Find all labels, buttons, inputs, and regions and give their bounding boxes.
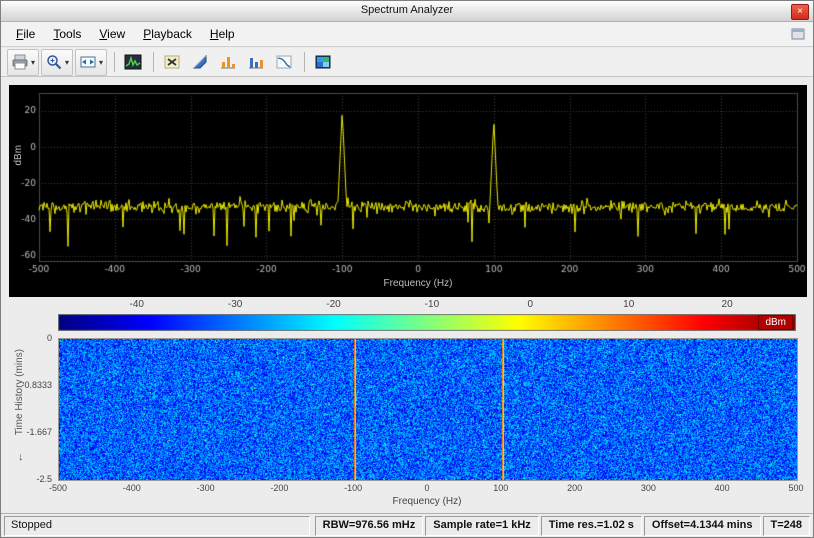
menu-view[interactable]: View <box>90 24 134 44</box>
spectrogram-x-tick: 500 <box>779 483 813 493</box>
toolbar-separator <box>304 52 305 72</box>
spectrum-x-label: Frequency (Hz) <box>39 278 797 289</box>
spectrum-settings-button[interactable] <box>120 49 146 76</box>
spectrogram-x-tick: 100 <box>484 483 518 493</box>
undock-icon[interactable] <box>789 26 807 42</box>
status-bar: Stopped RBW=976.56 mHz Sample rate=1 kHz… <box>1 513 813 537</box>
spectrogram-y-tick: -1.667 <box>2 427 52 437</box>
distortion-measurements-icon <box>247 53 265 71</box>
dropdown-caret: ▾ <box>99 58 103 67</box>
dropdown-caret: ▾ <box>31 58 35 67</box>
span-fit-button[interactable]: ▾ <box>75 49 107 76</box>
spectrogram-x-ticks: -500-400-300-200-1000100200300400500 <box>58 483 796 495</box>
status-frame-count: T=248 <box>763 516 811 536</box>
title-bar[interactable]: Spectrum Analyzer × <box>1 1 813 22</box>
menu-playback[interactable]: Playback <box>134 24 201 44</box>
signal-statistics-icon <box>191 53 209 71</box>
spectrum-analyzer-window: Spectrum Analyzer × File Tools View Play… <box>0 0 814 538</box>
colorbar: dBm <box>58 314 796 331</box>
peak-finder-icon <box>219 53 237 71</box>
window-title: Spectrum Analyzer <box>1 4 813 16</box>
spectrogram-y-tick: 0 <box>2 333 52 343</box>
colorbar-unit-label: dBm <box>758 315 793 330</box>
spectrogram-settings-icon <box>314 53 332 71</box>
colorbar-tick: -10 <box>417 299 447 310</box>
dropdown-caret: ▾ <box>65 58 69 67</box>
colorbar-tick: -40 <box>122 299 152 310</box>
spectrogram-y-ticks: 0-0.8333-1.667-2.5 <box>1 338 55 483</box>
colorbar-tick: -30 <box>220 299 250 310</box>
spectrum-y-label: dBm <box>13 145 24 166</box>
cursor-measurements-button[interactable] <box>159 49 185 76</box>
menu-file[interactable]: File <box>7 24 44 44</box>
colorbar-gradient <box>58 314 796 331</box>
colorbar-tick: 10 <box>614 299 644 310</box>
menu-help[interactable]: Help <box>201 24 244 44</box>
colorbar-tick: 20 <box>712 299 742 310</box>
spectrogram-x-tick: 400 <box>705 483 739 493</box>
spectrogram-x-label: Frequency (Hz) <box>58 496 796 507</box>
status-state: Stopped <box>4 516 310 536</box>
spectrogram-y-tick: -0.8333 <box>2 380 52 390</box>
spectrogram-x-tick: -100 <box>336 483 370 493</box>
time-direction-arrow: ↓ <box>18 451 24 463</box>
spectrogram-x-tick: -300 <box>189 483 223 493</box>
spectrogram-x-tick: -200 <box>262 483 296 493</box>
spectrogram-x-tick: -500 <box>41 483 75 493</box>
signal-statistics-button[interactable] <box>187 49 213 76</box>
spectrogram-x-tick: -400 <box>115 483 149 493</box>
menu-tools[interactable]: Tools <box>44 24 90 44</box>
ccdf-measurements-icon <box>275 53 293 71</box>
spectrogram-plot[interactable] <box>58 338 798 481</box>
spectrum-canvas[interactable] <box>9 85 807 297</box>
spectrogram-x-tick: 200 <box>558 483 592 493</box>
colorbar-ticks: -40 -30 -20 -10 0 10 20 <box>58 299 796 312</box>
status-sample-rate: Sample rate=1 kHz <box>425 516 539 536</box>
zoom-icon <box>45 53 63 71</box>
distortion-measurements-button[interactable] <box>243 49 269 76</box>
cursor-measurements-icon <box>163 53 181 71</box>
spectrogram-canvas[interactable] <box>59 339 797 480</box>
zoom-button[interactable]: ▾ <box>41 49 73 76</box>
status-offset: Offset=4.1344 mins <box>644 516 761 536</box>
spectrum-settings-icon <box>124 53 142 71</box>
toolbar: ▾ ▾ ▾ <box>1 48 813 77</box>
print-export-button[interactable]: ▾ <box>7 49 39 76</box>
peak-finder-button[interactable] <box>215 49 241 76</box>
toolbar-separator <box>153 52 154 72</box>
close-button[interactable]: × <box>791 4 809 20</box>
colorbar-tick: 0 <box>515 299 545 310</box>
status-time-res: Time res.=1.02 s <box>541 516 642 536</box>
toolbar-separator <box>114 52 115 72</box>
spectrogram-y-label: Time History (mins) <box>14 349 25 435</box>
spectrum-plot[interactable]: dBm Frequency (Hz) <box>9 85 807 297</box>
spectrogram-x-tick: 0 <box>410 483 444 493</box>
colorbar-tick: -20 <box>319 299 349 310</box>
span-fit-icon <box>79 53 97 71</box>
ccdf-measurements-button[interactable] <box>271 49 297 76</box>
status-rbw: RBW=976.56 mHz <box>315 516 424 536</box>
print-export-icon <box>11 53 29 71</box>
spectrogram-settings-button[interactable] <box>310 49 336 76</box>
plot-area: dBm Frequency (Hz) -40-30-20-1001020 dBm… <box>1 77 813 515</box>
menu-bar: File Tools View Playback Help <box>1 22 813 47</box>
spectrogram-x-tick: 300 <box>631 483 665 493</box>
